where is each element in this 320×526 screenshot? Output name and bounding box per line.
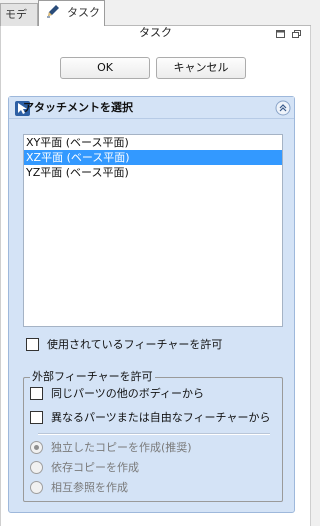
- attachment-group: アタッチメントを選択 XY平面 (ベース平面) XZ平面 (ベース平面) YZ平…: [8, 96, 295, 513]
- task-panel: タスク OK キャンセル アタッチメントを選択 XY平面 (ベース平面) XZ平…: [0, 26, 311, 526]
- float-icon[interactable]: [276, 30, 285, 38]
- independent-copy-radio[interactable]: 独立したコピーを作成(推奨): [30, 439, 192, 455]
- same-part-bodies-label: 同じパーツの他のボディーから: [51, 387, 205, 400]
- restore-icon[interactable]: [292, 30, 301, 38]
- list-item[interactable]: YZ平面 (ベース平面): [24, 165, 282, 180]
- cancel-button[interactable]: キャンセル: [156, 57, 246, 79]
- checkbox-box[interactable]: [26, 337, 39, 351]
- external-features-legend: 外部フィーチャーを許可: [30, 370, 155, 384]
- radio-button[interactable]: [30, 480, 43, 494]
- list-item[interactable]: XY平面 (ベース平面): [24, 135, 282, 150]
- allow-used-features-label: 使用されているフィーチャーを許可: [47, 338, 223, 351]
- dependent-copy-radio[interactable]: 依存コピーを作成: [30, 459, 139, 475]
- external-features-fieldset: 外部フィーチャーを許可 同じパーツの他のボディーから 異なるパーツまたは自由なフ…: [23, 370, 283, 502]
- dependent-copy-label: 依存コピーを作成: [51, 461, 139, 474]
- tab-task[interactable]: タスク: [38, 0, 105, 27]
- radio-button[interactable]: [30, 460, 43, 474]
- radio-button[interactable]: [30, 440, 43, 454]
- checkbox-box[interactable]: [30, 386, 43, 400]
- tab-task-label: タスク: [67, 6, 100, 19]
- collapse-chevron-icon[interactable]: [275, 100, 291, 116]
- attachment-group-header[interactable]: アタッチメントを選択: [9, 97, 294, 119]
- checkbox-box[interactable]: [30, 410, 43, 424]
- divider: [38, 433, 270, 435]
- tab-bar: モデル タスク: [0, 0, 311, 42]
- pencil-icon: [47, 5, 59, 18]
- allow-used-features-checkbox[interactable]: 使用されているフィーチャーを許可: [26, 336, 222, 352]
- cross-reference-label: 相互参照を作成: [51, 481, 128, 494]
- other-parts-checkbox[interactable]: 異なるパーツまたは自由なフィーチャーから: [30, 409, 270, 425]
- panel-title: タスク: [139, 26, 172, 39]
- cross-reference-radio[interactable]: 相互参照を作成: [30, 479, 128, 495]
- attachment-group-title: アタッチメントを選択: [23, 101, 133, 114]
- independent-copy-label: 独立したコピーを作成(推奨): [51, 441, 192, 454]
- attachment-listbox[interactable]: XY平面 (ベース平面) XZ平面 (ベース平面) YZ平面 (ベース平面): [23, 134, 283, 327]
- tab-model[interactable]: モデル: [0, 3, 38, 42]
- same-part-bodies-checkbox[interactable]: 同じパーツの他のボディーから: [30, 385, 204, 401]
- list-item-selected[interactable]: XZ平面 (ベース平面): [24, 150, 282, 165]
- ok-button[interactable]: OK: [60, 57, 150, 79]
- other-parts-label: 異なるパーツまたは自由なフィーチャーから: [51, 411, 271, 424]
